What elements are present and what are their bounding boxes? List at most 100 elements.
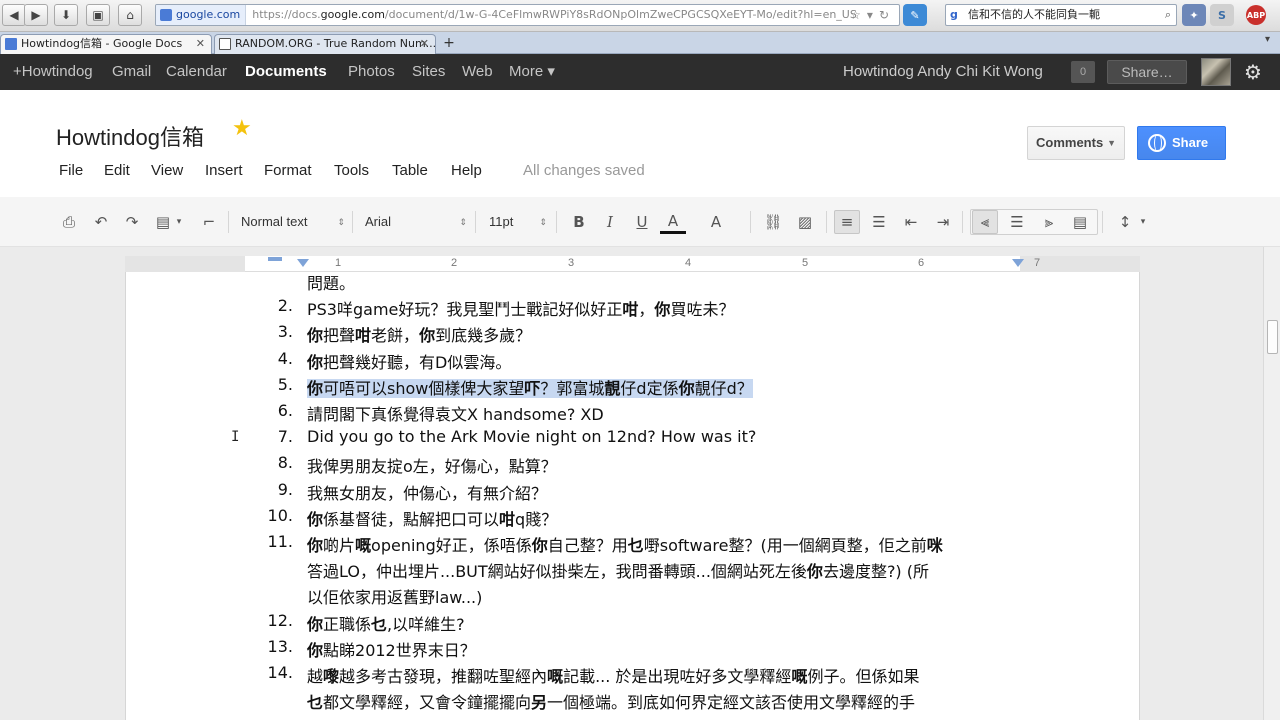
font-select[interactable]: Arial ⇕ [365, 211, 467, 233]
align-right-icon[interactable]: ⫸ [1036, 210, 1062, 234]
tab-list-icon[interactable]: ▾ [1265, 34, 1270, 45]
text-color-icon[interactable]: A [660, 210, 686, 234]
highlight-color-icon[interactable]: A [703, 210, 729, 234]
menu-format[interactable]: Format [264, 162, 312, 179]
decrease-indent-icon[interactable]: ⇤ [898, 210, 924, 234]
undo-icon[interactable]: ↶ [88, 210, 114, 234]
align-left-icon[interactable]: ⫷ [972, 210, 998, 234]
menu-view[interactable]: View [151, 162, 183, 179]
forward-button[interactable]: ▶ [24, 4, 48, 26]
star-icon[interactable]: ★ [232, 116, 252, 141]
menu-table[interactable]: Table [392, 162, 428, 179]
list-item-text[interactable]: 你係基督徒，點解把口可以咁q賤？ [307, 506, 557, 530]
new-tab-button[interactable]: + [438, 34, 460, 54]
list-item-text[interactable]: 問題。 [307, 272, 355, 294]
search-box[interactable]: g 信和不信的人不能同負一軛 ⌕ [945, 4, 1177, 26]
image-icon[interactable]: ▨ [792, 210, 818, 234]
line-spacing-icon[interactable]: ↕ [1112, 210, 1138, 234]
close-tab-icon[interactable]: ✕ [420, 35, 429, 53]
list-item-text[interactable]: 你可唔可以show個樣俾大家望吓？郭富城靚仔d定係你靚仔d？ [307, 375, 753, 399]
list-item-text[interactable]: 你點睇2012世界末日？ [307, 637, 476, 661]
line-spacing-dropdown-icon[interactable]: ▾ [1136, 210, 1150, 234]
addon-button-2[interactable]: S [1210, 4, 1234, 26]
tab-random-org[interactable]: RANDOM.ORG - True Random Num... ✕ [214, 34, 436, 54]
account-name[interactable]: Howtindog Andy Chi Kit Wong [843, 54, 1043, 90]
menu-edit[interactable]: Edit [104, 162, 130, 179]
download-button[interactable]: ⬇ [54, 4, 78, 26]
list-item-text[interactable]: 你把聲咁老餅，你到底幾多歲？ [307, 322, 531, 346]
list-item-text[interactable]: 你把聲幾好聽，有D似雲海。 [307, 349, 511, 373]
ruler[interactable]: 1 2 3 4 5 6 7 [125, 256, 1140, 272]
gbar-link-gmail[interactable]: Gmail [112, 54, 151, 90]
bulleted-list-icon[interactable]: ☰ [866, 210, 892, 234]
first-line-indent-marker[interactable] [268, 257, 282, 261]
adblock-button[interactable]: ABP [1246, 5, 1266, 25]
left-indent-marker[interactable] [297, 259, 309, 267]
bookmarks-button[interactable]: ▣ [86, 4, 110, 26]
justify-icon[interactable]: ▤ [1067, 210, 1093, 234]
gbar-link-sites[interactable]: Sites [412, 54, 445, 90]
style-select[interactable]: Normal text ⇕ [241, 211, 345, 233]
document-page[interactable]: 問題。 2. PS3咩game好玩？我見聖鬥士戰記好似好正咁，你買咗未？ 3. 你把聲咁… [125, 272, 1140, 720]
increase-indent-icon[interactable]: ⇥ [930, 210, 956, 234]
site-identity[interactable]: google.com [156, 5, 247, 25]
document-canvas[interactable]: 1 2 3 4 5 6 7 問題。 2. PS3咩game好玩？我見聖鬥士戰記好似好… [0, 247, 1263, 720]
share-button[interactable]: Share [1137, 126, 1226, 160]
numbered-list-icon[interactable]: ≡ [834, 210, 860, 234]
toolbar-divider [228, 211, 229, 233]
gbar-link-plus[interactable]: +Howtindog [13, 54, 93, 90]
comments-button[interactable]: Comments ▼ [1027, 126, 1125, 160]
paint-format-icon[interactable]: ⌐ [196, 210, 222, 234]
bold-icon[interactable]: B [566, 210, 592, 234]
gbar-link-documents[interactable]: Documents [245, 54, 327, 90]
gbar-link-more[interactable]: More ▾ [509, 54, 555, 90]
list-item-text[interactable]: 以佢依家用返舊野law...) [307, 584, 482, 608]
list-item-text[interactable]: 請問閣下真係覺得袁文X handsome? XD [307, 401, 604, 425]
paste-dropdown-icon[interactable]: ▾ [172, 210, 186, 234]
reload-icon[interactable]: ↻ [879, 8, 895, 22]
redo-icon[interactable]: ↷ [119, 210, 145, 234]
list-item-text[interactable]: 我無女朋友，仲傷心，有無介紹？ [307, 480, 547, 504]
list-item-text[interactable]: 乜都文學釋經，又會令鐘擺擺向另一個極端。到底如何界定經文該否使用文學釋經的手 [307, 689, 915, 713]
magnifier-icon[interactable]: ⌕ [1165, 5, 1171, 25]
list-item-text[interactable]: PS3咩game好玩？我見聖鬥士戰記好似好正咁，你買咗未？ [307, 296, 734, 320]
vertical-scrollbar[interactable] [1263, 247, 1280, 720]
menu-tools[interactable]: Tools [334, 162, 369, 179]
notification-count[interactable]: 0 [1071, 61, 1095, 83]
gbar-link-photos[interactable]: Photos [348, 54, 395, 90]
menu-insert[interactable]: Insert [205, 162, 243, 179]
toolbar-divider [556, 211, 557, 233]
gbar-link-web[interactable]: Web [462, 54, 493, 90]
scrollbar-thumb[interactable] [1267, 320, 1278, 354]
list-item-text[interactable]: Did you go to the Ark Movie night on 12n… [307, 427, 756, 446]
font-size-select[interactable]: 11pt ⇕ [489, 211, 547, 233]
wrench-icon: ✦ [1189, 8, 1199, 22]
gear-icon[interactable]: ⚙ [1244, 54, 1262, 90]
underline-icon[interactable]: U [629, 210, 655, 234]
addon-button-1[interactable]: ✦ [1182, 4, 1206, 26]
list-item-text[interactable]: 答過LO，仲出埋片...BUT網站好似掛柴左，我問番轉頭...個網站死左後你去邊… [307, 558, 929, 582]
star-bookmark-icon[interactable]: ☆ [850, 8, 867, 22]
gbar-link-calendar[interactable]: Calendar [166, 54, 227, 90]
dropdown-icon[interactable]: ▾ [867, 8, 879, 22]
italic-icon[interactable]: I [597, 210, 623, 234]
right-indent-marker[interactable] [1012, 259, 1024, 267]
list-item-text[interactable]: 越嚟越多考古發現，推翻咗聖經內嘅記載... 於是出現咗好多文學釋經嘅例子。但係如… [307, 663, 919, 687]
menu-file[interactable]: File [59, 162, 83, 179]
home-button[interactable]: ⌂ [118, 4, 142, 26]
address-bar[interactable]: google.com https://docs.google.com/docume… [155, 4, 900, 26]
tab-google-docs[interactable]: Howtindog信箱 - Google Docs ✕ [0, 34, 212, 54]
list-item-text[interactable]: 你啲片嘅opening好正，係唔係你自己整？用乜嘢software整？(用一個網… [307, 532, 943, 556]
extension-button[interactable]: ✎ [903, 4, 927, 26]
link-icon[interactable]: ⛓ [760, 210, 786, 234]
avatar[interactable] [1201, 58, 1231, 86]
align-center-icon[interactable]: ☰ [1004, 210, 1030, 234]
menu-help[interactable]: Help [451, 162, 482, 179]
back-button[interactable]: ◀ [2, 4, 26, 26]
gbar-share-button[interactable]: Share… [1107, 60, 1187, 84]
doc-title[interactable]: Howtindog信箱 [56, 120, 204, 152]
print-icon[interactable]: ⎙ [56, 210, 82, 234]
list-item-text[interactable]: 你正職係乜,以咩維生? [307, 611, 465, 635]
close-tab-icon[interactable]: ✕ [196, 35, 205, 53]
list-item-text[interactable]: 我俾男朋友掟o左，好傷心，點算？ [307, 453, 557, 477]
